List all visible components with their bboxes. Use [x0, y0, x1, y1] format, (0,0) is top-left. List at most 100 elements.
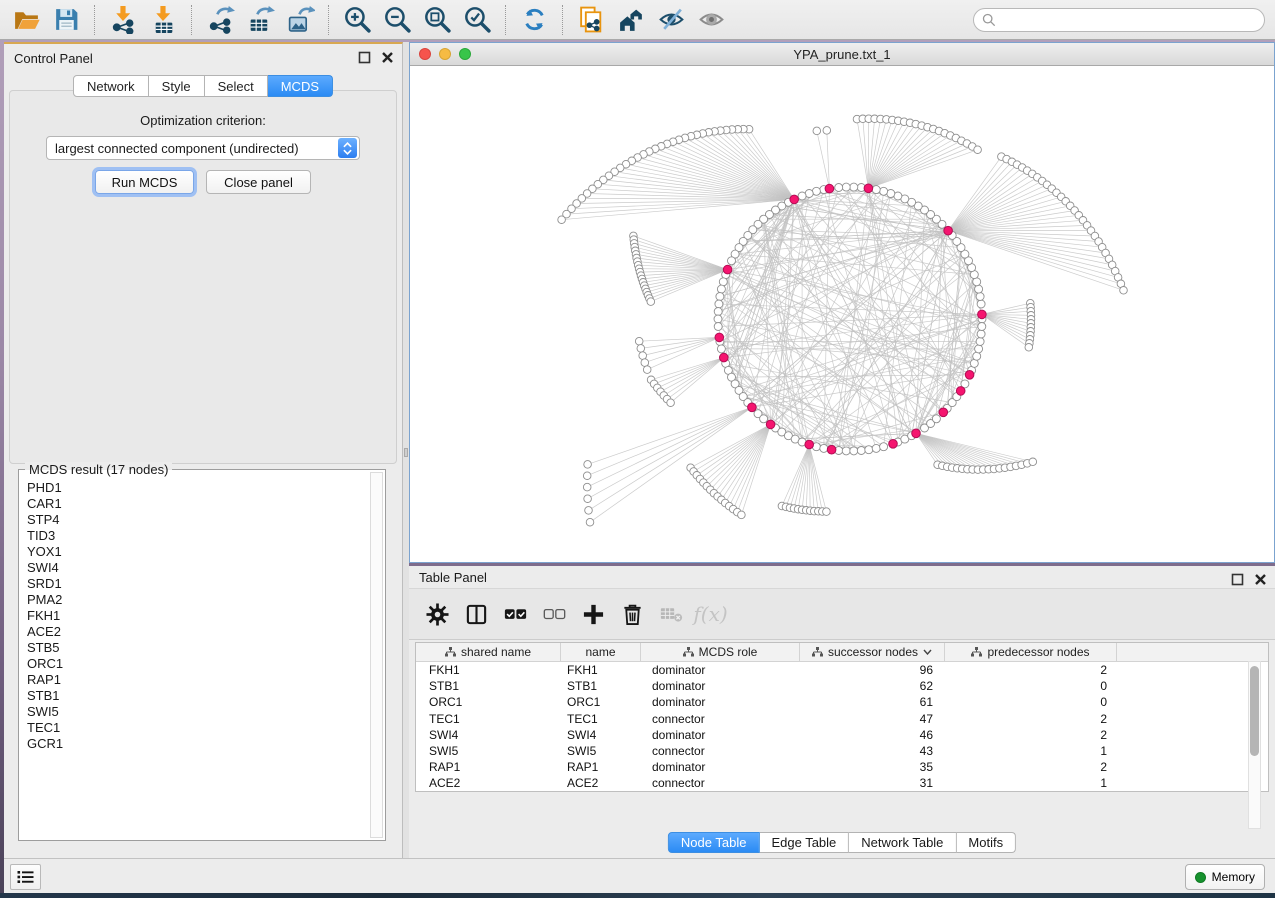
mcds-node-item[interactable]: FKH1 [27, 608, 375, 624]
mcds-node-item[interactable]: STP4 [27, 512, 375, 528]
optimization-select[interactable]: largest connected component (undirected) [46, 136, 360, 160]
function-builder-button: f(x) [694, 596, 727, 632]
mcds-node-item[interactable]: SWI4 [27, 560, 375, 576]
show-columns-button[interactable] [460, 596, 493, 632]
memory-button[interactable]: Memory [1185, 864, 1265, 890]
optimization-criterion-label: Optimization criterion: [10, 113, 396, 128]
column-type-icon [971, 647, 982, 657]
import-network-button[interactable] [103, 3, 143, 37]
network-window-titlebar[interactable]: YPA_prune.txt_1 [410, 43, 1274, 66]
tab-node-table[interactable]: Node Table [668, 832, 760, 853]
table-row[interactable]: SWI4SWI4dominator462 [416, 727, 1268, 743]
zoom-in-button[interactable] [337, 3, 377, 37]
export-table-button[interactable] [240, 3, 280, 37]
tab-style[interactable]: Style [149, 75, 205, 97]
refresh-button[interactable] [514, 3, 554, 37]
tab-network-table[interactable]: Network Table [849, 832, 956, 853]
close-panel-button[interactable]: Close panel [206, 170, 311, 194]
table-cell: STB1 [416, 679, 561, 693]
mcds-node-item[interactable]: PMA2 [27, 592, 375, 608]
tab-network[interactable]: Network [73, 75, 149, 97]
float-panel-icon[interactable] [358, 51, 371, 64]
table-cell: TEC1 [561, 712, 641, 726]
scrollbar-thumb[interactable] [1250, 666, 1259, 756]
open-session-button[interactable] [6, 3, 46, 37]
mcds-node-item[interactable]: RAP1 [27, 672, 375, 688]
toolbar-separator [562, 5, 563, 35]
table-cell: 96 [800, 663, 945, 677]
share-document-button[interactable] [571, 3, 611, 37]
table-toolbar: f(x) [409, 588, 1275, 640]
mcds-node-item[interactable]: ACE2 [27, 624, 375, 640]
plus-icon [582, 603, 605, 626]
mcds-node-item[interactable]: TEC1 [27, 720, 375, 736]
result-scrollbar[interactable] [370, 472, 383, 838]
tab-mcds[interactable]: MCDS [268, 75, 333, 97]
add-column-button[interactable] [577, 596, 610, 632]
table-row[interactable]: TEC1TEC1connector472 [416, 711, 1268, 727]
mcds-node-item[interactable]: CAR1 [27, 496, 375, 512]
table-row[interactable]: FKH1FKH1dominator962 [416, 662, 1268, 678]
mcds-node-item[interactable]: PHD1 [27, 480, 375, 496]
column-header-shared-name[interactable]: shared name [416, 643, 561, 661]
mcds-node-item[interactable]: STB5 [27, 640, 375, 656]
table-cell: dominator [641, 760, 800, 774]
column-header-predecessor-nodes[interactable]: predecessor nodes [945, 643, 1117, 661]
houses-icon [617, 5, 646, 34]
save-session-button[interactable] [46, 3, 86, 37]
hide-details-button[interactable] [651, 3, 691, 37]
trash-icon [621, 603, 644, 626]
mcds-node-item[interactable]: STB1 [27, 688, 375, 704]
table-row[interactable]: RAP1RAP1dominator352 [416, 759, 1268, 775]
import-table-button[interactable] [143, 3, 183, 37]
table-row[interactable]: ACE2ACE2connector311 [416, 775, 1268, 791]
table-scrollbar[interactable] [1248, 661, 1261, 829]
task-history-button[interactable] [10, 864, 41, 890]
mcds-node-item[interactable]: SRD1 [27, 576, 375, 592]
zoom-selected-button[interactable] [457, 3, 497, 37]
mcds-node-item[interactable]: ORC1 [27, 656, 375, 672]
mcds-node-item[interactable]: SWI5 [27, 704, 375, 720]
control-panel-title: Control Panel [14, 51, 93, 66]
control-panel-tabs: NetworkStyleSelectMCDS [73, 75, 333, 97]
deselect-all-button[interactable] [538, 596, 571, 632]
column-header-successor-nodes[interactable]: successor nodes [800, 643, 945, 661]
search-input[interactable] [1001, 13, 1256, 27]
column-header-MCDS-role[interactable]: MCDS role [641, 643, 800, 661]
tab-edge-table[interactable]: Edge Table [759, 832, 849, 853]
table-row[interactable]: SWI5SWI5connector431 [416, 743, 1268, 759]
table-cell: connector [641, 712, 800, 726]
splitter-handle[interactable] [404, 448, 408, 457]
zoom-fit-button[interactable] [417, 3, 457, 37]
houses-button[interactable] [611, 3, 651, 37]
node-table: shared namenameMCDS rolesuccessor nodesp… [415, 642, 1269, 792]
float-panel-icon[interactable] [1231, 573, 1244, 586]
export-image-button[interactable] [280, 3, 320, 37]
close-panel-icon[interactable] [1254, 573, 1267, 586]
mcds-node-item[interactable]: TID3 [27, 528, 375, 544]
table-row[interactable]: ORC1ORC1dominator610 [416, 694, 1268, 710]
unchecked-boxes-icon [543, 603, 566, 626]
show-details-button[interactable] [691, 3, 731, 37]
network-graph[interactable] [410, 66, 1274, 562]
toolbar-separator [328, 5, 329, 35]
run-mcds-button[interactable]: Run MCDS [95, 170, 194, 194]
delete-column-button[interactable] [616, 596, 649, 632]
export-network-button[interactable] [200, 3, 240, 37]
table-settings-button[interactable] [421, 596, 454, 632]
network-canvas[interactable] [410, 66, 1274, 562]
column-header-name[interactable]: name [561, 643, 641, 661]
tab-select[interactable]: Select [205, 75, 268, 97]
zoom-out-icon [383, 5, 412, 34]
table-cell: dominator [641, 663, 800, 677]
mcds-node-item[interactable]: YOX1 [27, 544, 375, 560]
zoom-out-button[interactable] [377, 3, 417, 37]
table-row[interactable]: STB1STB1dominator620 [416, 678, 1268, 694]
close-panel-icon[interactable] [381, 51, 394, 64]
table-panel-tabs: Node TableEdge TableNetwork TableMotifs [668, 832, 1016, 853]
mcds-node-item[interactable]: GCR1 [27, 736, 375, 752]
select-all-button[interactable] [499, 596, 532, 632]
export-image-icon [286, 5, 315, 34]
tab-motifs[interactable]: Motifs [956, 832, 1016, 853]
hide-details-icon [657, 5, 686, 34]
